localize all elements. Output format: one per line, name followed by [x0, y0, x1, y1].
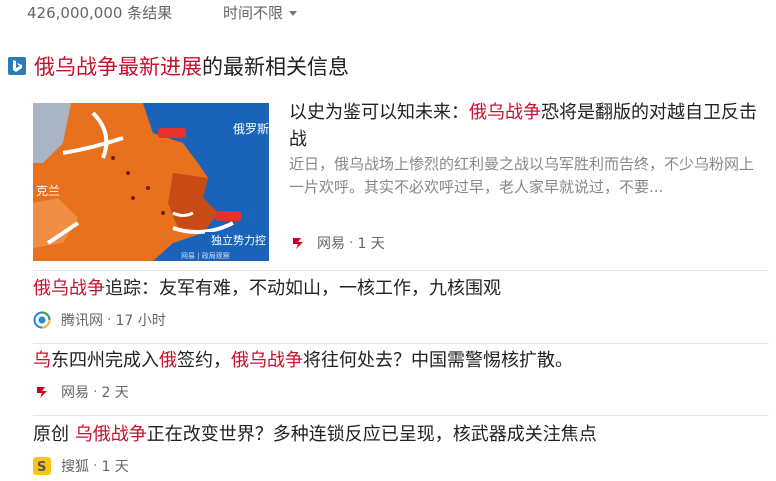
featured-source-name: 网易	[317, 236, 345, 252]
item-title-text: 签约，	[177, 350, 231, 371]
news-item-source: S 搜狐 · 1 天	[33, 456, 769, 476]
item-source-name: 网易	[61, 385, 89, 401]
separator-dot: ·	[93, 384, 98, 400]
featured-title-pre: 以史为鉴可以知未来：	[289, 102, 469, 123]
item-title-highlight: 俄	[159, 350, 177, 371]
separator-dot: ·	[349, 235, 354, 251]
bing-logo-icon	[8, 57, 26, 75]
news-section-title-link[interactable]: 俄乌战争最新进展的最新相关信息	[34, 51, 349, 81]
svg-text:S: S	[37, 460, 46, 475]
title-rest: 的最新相关信息	[202, 55, 349, 79]
item-title-highlight: 乌俄战争	[74, 424, 147, 445]
map-label-independent: 独立势力控	[211, 233, 266, 247]
item-title-text: 正在改变世界？多种连锁反应已呈现，核武器成关注焦点	[146, 424, 597, 445]
item-title-highlight: 俄乌战争	[33, 278, 105, 299]
time-filter-dropdown[interactable]: 时间不限	[223, 2, 298, 23]
divider	[33, 270, 769, 271]
news-item: 乌东四州完成入俄签约，俄乌战争将往何处去？中国需警惕核扩散。 网易 · 2 天	[33, 348, 769, 402]
featured-news-card: 克兰 俄罗斯 独立势力控 网易 | 政局观察 以史为鉴可以知未来：俄乌战争恐将是…	[33, 102, 773, 263]
featured-title-link[interactable]: 以史为鉴可以知未来：俄乌战争恐将是翻版的对越自卫反击战	[289, 99, 773, 153]
caret-down-icon	[289, 11, 298, 16]
featured-title-highlight: 俄乌战争	[469, 102, 541, 123]
item-time: 2 天	[101, 385, 129, 401]
item-title-highlight: 俄乌战争	[231, 350, 303, 371]
map-credit: 网易 | 政局观察	[181, 251, 230, 260]
news-item: 原创 乌俄战争正在改变世界？多种连锁反应已呈现，核武器成关注焦点 S 搜狐 · 1 …	[33, 422, 769, 476]
item-title-text: 东四州完成入	[51, 350, 159, 371]
tencent-logo-icon	[33, 311, 51, 329]
separator-dot: ·	[107, 312, 112, 328]
featured-time: 1 天	[357, 236, 385, 252]
divider	[33, 415, 769, 416]
featured-map-thumbnail[interactable]: 克兰 俄罗斯 独立势力控 网易 | 政局观察	[33, 103, 269, 261]
item-title-text: 追踪：友军有难，不动如山，一核工作，九核围观	[105, 278, 501, 299]
news-item: 俄乌战争追踪：友军有难，不动如山，一核工作，九核围观 腾讯网 · 17 小时	[33, 276, 769, 330]
news-item-title-link[interactable]: 乌东四州完成入俄签约，俄乌战争将往何处去？中国需警惕核扩散。	[33, 348, 769, 374]
netease-logo-icon	[289, 234, 307, 252]
time-filter-label: 时间不限	[223, 4, 284, 22]
featured-source: 网易 · 1 天	[289, 233, 385, 253]
news-item-title-link[interactable]: 原创 乌俄战争正在改变世界？多种连锁反应已呈现，核武器成关注焦点	[33, 422, 769, 448]
news-item-source: 腾讯网 · 17 小时	[33, 310, 769, 330]
item-title-prefix: 原创	[33, 424, 75, 445]
featured-snippet: 近日，俄乌战场上惨烈的红利曼之战以乌军胜利而告终，不少乌粉网上一片欢呼。其实不必…	[289, 155, 755, 196]
results-toolbar: 426,000,000 条结果 时间不限	[0, 0, 776, 26]
result-count: 426,000,000 条结果	[27, 4, 173, 22]
item-source-name: 搜狐	[61, 459, 89, 475]
sohu-logo-icon: S	[33, 457, 51, 475]
map-label-russia: 俄罗斯	[233, 122, 269, 136]
item-time: 17 小时	[115, 313, 166, 329]
map-label-ukraine: 克兰	[36, 184, 60, 198]
title-highlight-1: 俄乌战争	[34, 55, 118, 79]
news-item-title-link[interactable]: 俄乌战争追踪：友军有难，不动如山，一核工作，九核围观	[33, 276, 769, 302]
separator-dot: ·	[93, 458, 98, 474]
divider	[33, 343, 769, 344]
item-title-text: 将往何处去？中国需警惕核扩散。	[303, 350, 573, 371]
item-source-name: 腾讯网	[61, 313, 103, 329]
item-time: 1 天	[101, 459, 129, 475]
news-section-header: 俄乌战争最新进展的最新相关信息	[8, 52, 349, 80]
netease-logo-icon	[33, 383, 51, 401]
item-title-highlight: 乌	[33, 350, 51, 371]
war-map-image: 克兰 俄罗斯 独立势力控 网易 | 政局观察	[33, 103, 269, 261]
news-item-source: 网易 · 2 天	[33, 382, 769, 402]
title-highlight-2: 最新进展	[118, 55, 202, 79]
